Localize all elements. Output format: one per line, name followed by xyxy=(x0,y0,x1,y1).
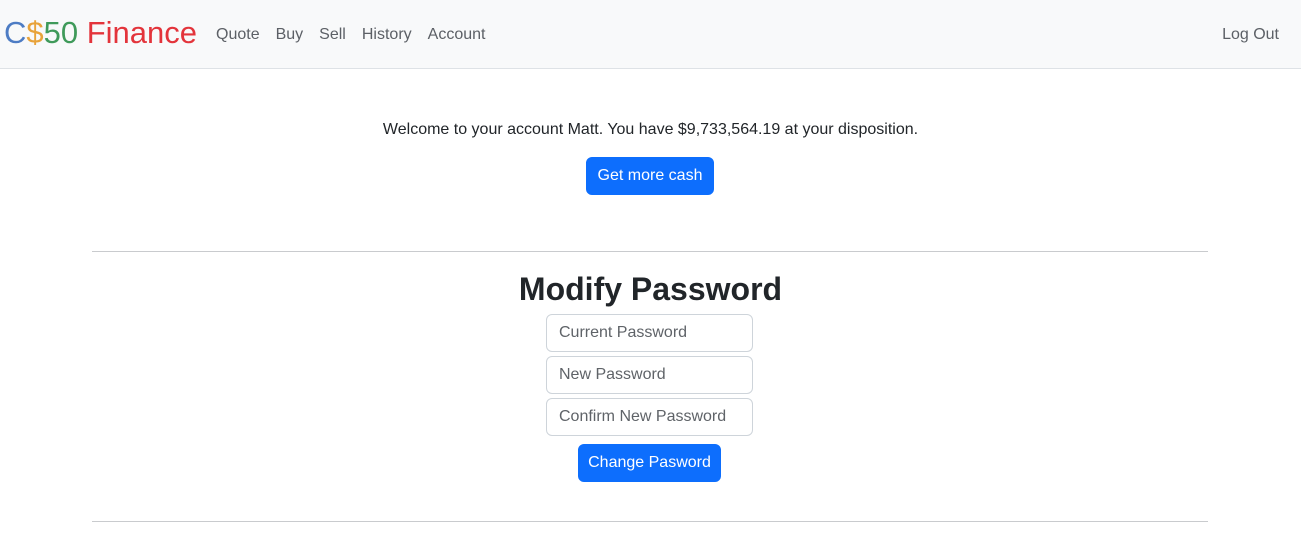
current-password-input[interactable] xyxy=(546,314,753,352)
logout-link[interactable]: Log Out xyxy=(1214,24,1287,46)
brand-logo-link[interactable]: C$50 Finance xyxy=(4,14,197,52)
navbar: C$50 Finance Quote Buy Sell History Acco… xyxy=(0,0,1301,69)
get-more-cash-button[interactable]: Get more cash xyxy=(586,157,714,195)
divider-bottom xyxy=(92,521,1208,522)
welcome-message: Welcome to your account Matt. You have $… xyxy=(382,121,919,138)
brand-dollar: $ xyxy=(26,15,44,50)
brand-finance: Finance xyxy=(78,15,198,50)
divider-top xyxy=(92,251,1208,252)
nav-links: Quote Buy Sell History Account xyxy=(208,24,493,46)
brand-c: C xyxy=(4,15,27,50)
change-password-button[interactable]: Change Pasword xyxy=(578,444,721,482)
brand-fifty: 50 xyxy=(43,15,79,50)
nav-link-buy[interactable]: Buy xyxy=(268,24,312,46)
new-password-input[interactable] xyxy=(546,356,753,394)
nav-link-account[interactable]: Account xyxy=(420,24,494,46)
modify-password-title: Modify Password xyxy=(518,271,783,307)
nav-link-history[interactable]: History xyxy=(354,24,420,46)
nav-link-quote[interactable]: Quote xyxy=(208,24,268,46)
nav-link-sell[interactable]: Sell xyxy=(311,24,354,46)
confirm-password-input[interactable] xyxy=(546,398,753,436)
